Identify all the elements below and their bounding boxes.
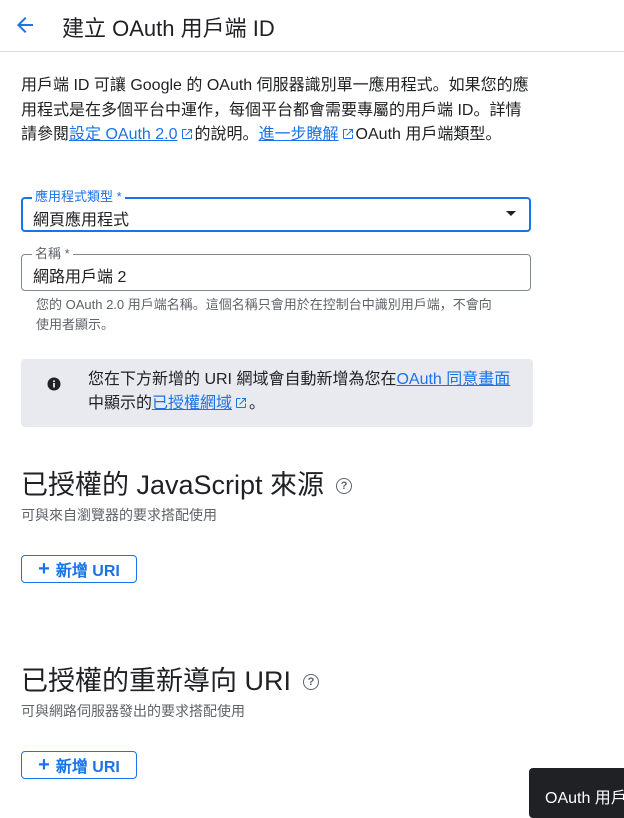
dropdown-arrow-icon xyxy=(506,211,516,216)
plus-icon: + xyxy=(38,754,50,776)
redirect-uris-title-text: 已授權的重新導向 URI xyxy=(21,666,291,696)
consent-screen-link[interactable]: OAuth 同意畫面 xyxy=(396,371,510,388)
info-text-3: 。 xyxy=(249,395,266,412)
info-icon xyxy=(47,377,61,391)
info-text-2: 中顯示的 xyxy=(88,395,153,412)
top-bar: 建立 OAuth 用戶端 ID xyxy=(0,0,624,52)
help-icon[interactable]: ? xyxy=(303,674,319,690)
redirect-uris-title: 已授權的重新導向 URI? xyxy=(21,659,319,698)
plus-icon: + xyxy=(38,558,50,580)
intro-text-3: OAuth 用戶端類型。 xyxy=(355,126,502,143)
external-link-icon xyxy=(181,129,192,139)
name-field[interactable]: 名稱 * 網路用戶端 2 xyxy=(21,247,531,291)
app-type-label: 應用程式類型 * xyxy=(32,190,125,204)
learn-more-link[interactable]: 進一步瞭解 xyxy=(259,126,339,143)
toast-notification: OAuth 用戶 xyxy=(529,768,624,818)
external-link-icon xyxy=(342,129,353,139)
authorized-domains-link[interactable]: 已授權網域 xyxy=(152,395,232,412)
external-link-icon xyxy=(236,398,247,408)
help-icon[interactable]: ? xyxy=(336,478,353,494)
redirect-uris-description: 可與網路伺服器發出的要求搭配使用 xyxy=(21,703,245,719)
js-origins-title-text: 已授權的 JavaScript 來源 xyxy=(21,470,325,500)
arrow-back-icon xyxy=(17,17,33,33)
page-title: 建立 OAuth 用戶端 ID xyxy=(62,16,275,41)
add-redirect-uri-button[interactable]: + 新增 URI xyxy=(21,751,137,779)
name-label: 名稱 * xyxy=(32,247,73,261)
info-text-1: 您在下方新增的 URI 網域會自動新增為您在 xyxy=(88,371,397,388)
setup-oauth-link[interactable]: 設定 OAuth 2.0 xyxy=(69,126,178,143)
app-type-select[interactable]: 應用程式類型 * 網頁應用程式 xyxy=(21,190,531,232)
js-origins-title: 已授權的 JavaScript 來源? xyxy=(21,463,353,502)
add-redirect-uri-label: 新增 URI xyxy=(55,759,120,776)
add-js-origin-button[interactable]: + 新增 URI xyxy=(21,555,137,583)
js-origins-description: 可與來自瀏覽器的要求搭配使用 xyxy=(21,507,217,523)
app-type-value: 網頁應用程式 xyxy=(33,212,130,229)
name-hint: 您的 OAuth 2.0 用戶端名稱。這個名稱只會用於在控制台中識別用戶端，不會… xyxy=(36,297,492,332)
add-js-origin-label: 新增 URI xyxy=(55,563,120,580)
info-banner: 您在下方新增的 URI 網域會自動新增為您在OAuth 同意畫面中顯示的已授權網… xyxy=(21,359,533,427)
toast-text: OAuth 用戶 xyxy=(545,790,624,807)
back-button[interactable] xyxy=(12,12,38,38)
intro-text-2: 的說明。 xyxy=(194,126,259,143)
name-value: 網路用戶端 2 xyxy=(33,269,127,286)
info-text: 您在下方新增的 URI 網域會自動新增為您在OAuth 同意畫面中顯示的已授權網… xyxy=(88,368,518,416)
intro-text: 用戶端 ID 可讓 Google 的 OAuth 伺服器識別單一應用程式。如果您… xyxy=(21,74,536,148)
